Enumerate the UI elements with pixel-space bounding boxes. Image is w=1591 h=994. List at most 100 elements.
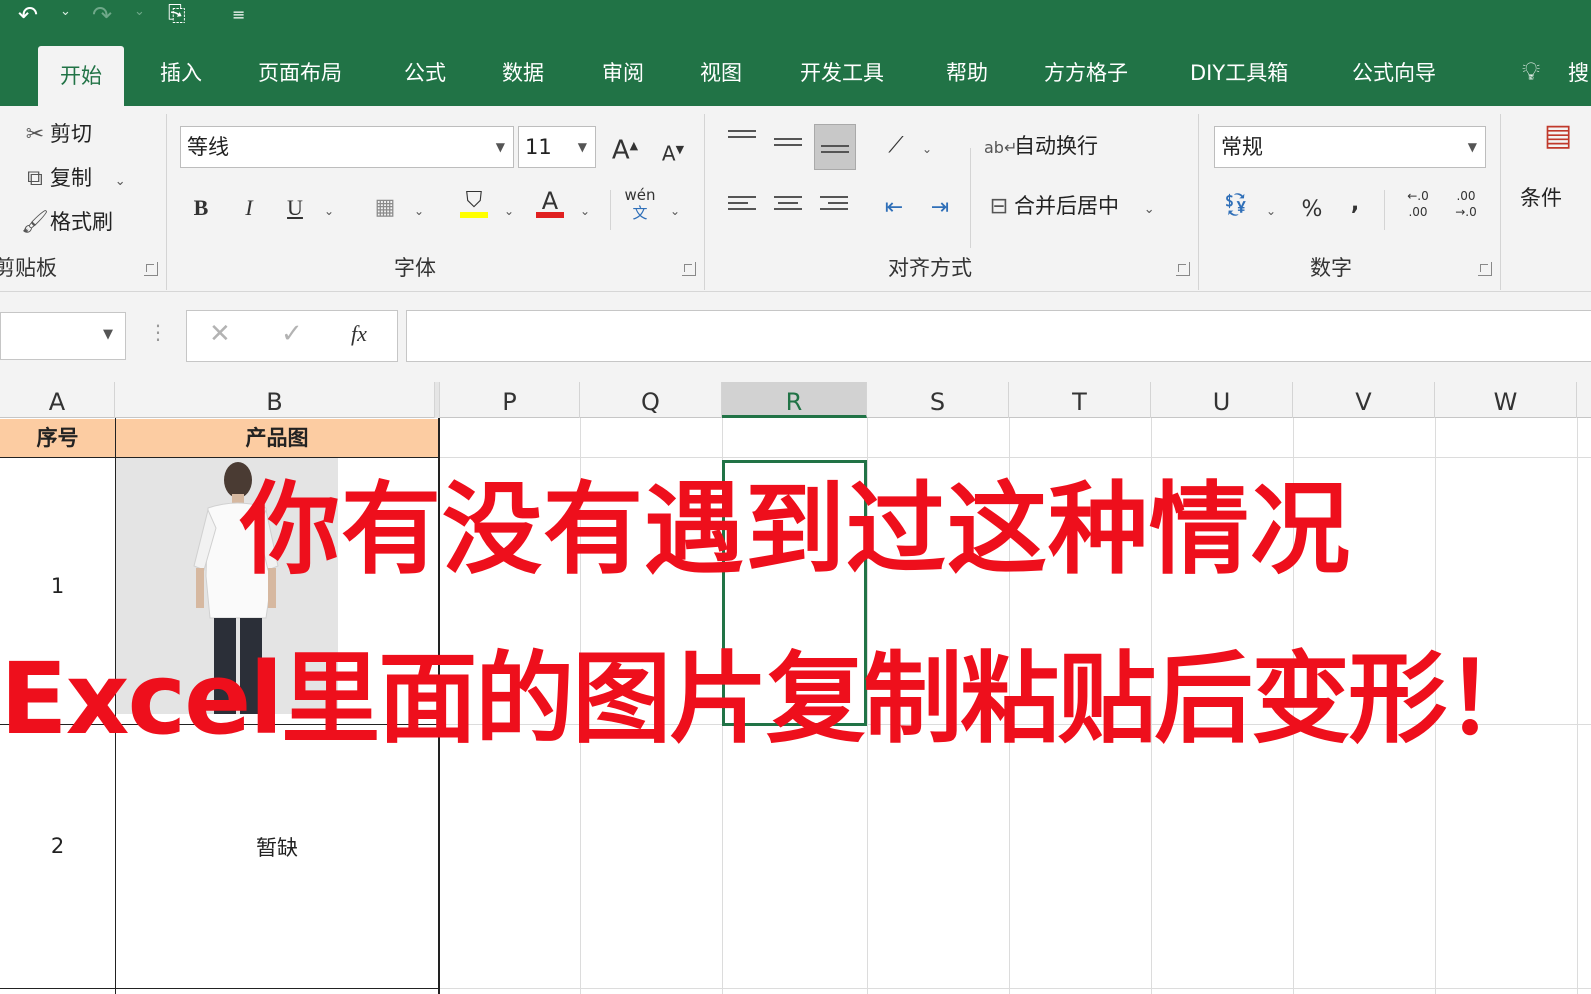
- wrap-text-label: 自动换行: [1014, 134, 1098, 158]
- touch-mode-icon[interactable]: ⎘: [168, 0, 186, 32]
- decrease-font-button[interactable]: A▼: [656, 130, 690, 170]
- tab-developer[interactable]: 开发工具: [800, 56, 884, 90]
- accounting-format-icon[interactable]: 💱︎: [1216, 186, 1256, 226]
- column-header-u[interactable]: U: [1151, 382, 1293, 418]
- clipboard-launcher-icon[interactable]: [144, 262, 158, 276]
- borders-icon[interactable]: ▦: [368, 188, 402, 228]
- fill-color-icon[interactable]: ⛉: [456, 186, 492, 226]
- tab-insert[interactable]: 插入: [160, 56, 202, 90]
- percent-button[interactable]: %: [1294, 190, 1330, 230]
- conditional-format-label[interactable]: 条件: [1520, 180, 1562, 216]
- formula-bar-grip-icon[interactable]: ⋮: [148, 320, 168, 344]
- cut-button[interactable]: ✂ 剪切: [20, 116, 92, 152]
- borders-dropdown-icon[interactable]: ⌄: [414, 204, 424, 218]
- align-middle-icon[interactable]: [774, 134, 802, 160]
- increase-font-button[interactable]: A▲: [608, 126, 642, 166]
- merge-center-label: 合并后居中: [1014, 194, 1119, 218]
- orientation-icon[interactable]: ⟋: [876, 126, 916, 166]
- tab-diy-toolbox[interactable]: DIY工具箱: [1190, 56, 1288, 90]
- gridline: [1577, 418, 1578, 994]
- undo-dropdown-icon[interactable]: ⌄: [60, 4, 71, 19]
- enter-icon[interactable]: ✓: [281, 319, 303, 349]
- redo-dropdown-icon[interactable]: ⌄: [134, 4, 145, 19]
- tab-formulas[interactable]: 公式: [404, 56, 446, 90]
- tab-help[interactable]: 帮助: [946, 56, 988, 90]
- customize-qat-icon[interactable]: ≡: [232, 0, 245, 32]
- copy-button[interactable]: ⧉ 复制 ⌄: [20, 160, 126, 196]
- align-top-icon[interactable]: [728, 126, 756, 152]
- formula-input[interactable]: [406, 310, 1591, 362]
- decrease-indent-icon[interactable]: ⇤: [874, 188, 914, 228]
- missing-image-cell[interactable]: 暂缺: [116, 832, 438, 862]
- orientation-dropdown-icon[interactable]: ⌄: [922, 142, 932, 156]
- tab-search[interactable]: 搜: [1568, 56, 1589, 90]
- tab-fangfang[interactable]: 方方格子: [1044, 56, 1128, 90]
- fill-color-dropdown-icon[interactable]: ⌄: [504, 204, 514, 218]
- align-bottom-icon[interactable]: [814, 124, 856, 170]
- column-header-w[interactable]: W: [1435, 382, 1577, 418]
- decrease-decimal-button[interactable]: .00 →.0: [1446, 188, 1486, 228]
- font-launcher-icon[interactable]: [682, 262, 696, 276]
- group-separator: [1198, 114, 1199, 290]
- font-name-value: 等线: [187, 135, 229, 159]
- column-header-b[interactable]: B: [115, 382, 435, 418]
- number-group-label: 数字: [1310, 256, 1352, 280]
- column-header-s[interactable]: S: [867, 382, 1009, 418]
- format-painter-button[interactable]: 🖌︎格式刷: [20, 204, 113, 240]
- name-box[interactable]: ▼: [0, 312, 126, 360]
- insert-function-icon[interactable]: fx: [351, 321, 367, 347]
- column-header-q[interactable]: Q: [580, 382, 722, 418]
- accounting-dropdown-icon[interactable]: ⌄: [1266, 204, 1276, 218]
- column-header-t[interactable]: T: [1009, 382, 1151, 418]
- column-header-p[interactable]: P: [440, 382, 580, 418]
- font-color-button[interactable]: A: [532, 186, 568, 226]
- cancel-icon[interactable]: ✕: [209, 319, 231, 349]
- format-painter-label: 格式刷: [50, 210, 113, 234]
- column-header-v[interactable]: V: [1293, 382, 1435, 418]
- underline-button[interactable]: U: [280, 188, 310, 228]
- conditional-format-icon[interactable]: ▤: [1538, 116, 1578, 172]
- tab-review[interactable]: 审阅: [602, 56, 644, 90]
- undo-icon[interactable]: ↶: [18, 0, 38, 32]
- alignment-launcher-icon[interactable]: [1176, 262, 1190, 276]
- tab-home[interactable]: 开始: [38, 46, 124, 106]
- comma-button[interactable]: ,: [1340, 184, 1370, 224]
- phonetic-button[interactable]: wén 文: [620, 186, 660, 226]
- tab-page-layout[interactable]: 页面布局: [258, 56, 342, 90]
- underline-dropdown-icon[interactable]: ⌄: [324, 204, 334, 218]
- align-right-icon[interactable]: [820, 192, 848, 218]
- merge-dropdown-icon[interactable]: ⌄: [1144, 202, 1155, 217]
- alignment-group-label: 对齐方式: [888, 256, 972, 280]
- column-header-a[interactable]: A: [0, 382, 115, 418]
- bold-button[interactable]: B: [186, 188, 216, 228]
- font-name-combo[interactable]: 等线 ▼: [180, 126, 514, 168]
- font-color-dropdown-icon[interactable]: ⌄: [580, 204, 590, 218]
- copy-dropdown-icon[interactable]: ⌄: [115, 174, 126, 189]
- header-cell-index[interactable]: 序号: [0, 419, 115, 457]
- align-left-icon[interactable]: [728, 192, 756, 218]
- column-header-r[interactable]: R: [722, 382, 867, 418]
- tab-formula-wizard[interactable]: 公式向导: [1352, 56, 1436, 90]
- row-index-cell[interactable]: 1: [0, 574, 115, 598]
- number-format-combo[interactable]: 常规 ▼: [1214, 126, 1486, 168]
- header-cell-product-image[interactable]: 产品图: [116, 419, 438, 457]
- font-size-combo[interactable]: 11 ▼: [518, 126, 596, 168]
- ribbon-home: ✂ 剪切 ⧉ 复制 ⌄ 🖌︎格式刷 剪贴板 等线 ▼ 11 ▼ A▲ A▼ B I …: [0, 106, 1591, 292]
- increase-decimal-button[interactable]: ←.0 .00: [1398, 188, 1438, 228]
- tab-data[interactable]: 数据: [502, 56, 544, 90]
- number-launcher-icon[interactable]: [1478, 262, 1492, 276]
- copy-label: 复制: [50, 166, 92, 190]
- italic-button[interactable]: I: [234, 188, 264, 228]
- redo-icon[interactable]: ↷: [92, 0, 112, 32]
- group-separator: [970, 148, 971, 248]
- tab-view[interactable]: 视图: [700, 56, 742, 90]
- phonetic-dropdown-icon[interactable]: ⌄: [670, 204, 680, 218]
- align-center-icon[interactable]: [774, 192, 802, 218]
- wrap-text-button[interactable]: ab↵自动换行: [984, 128, 1098, 164]
- lightbulb-icon[interactable]: 💡︎: [1522, 54, 1550, 90]
- increase-indent-icon[interactable]: ⇥: [920, 188, 960, 228]
- row-index-cell[interactable]: 2: [0, 834, 115, 858]
- font-group-label: 字体: [394, 256, 436, 280]
- merge-center-button[interactable]: ⊟ 合并后居中 ⌄: [984, 188, 1155, 224]
- ribbon-tabs: 开始 插入 页面布局 公式 数据 审阅 视图 开发工具 帮助 方方格子 DIY工…: [0, 40, 1591, 106]
